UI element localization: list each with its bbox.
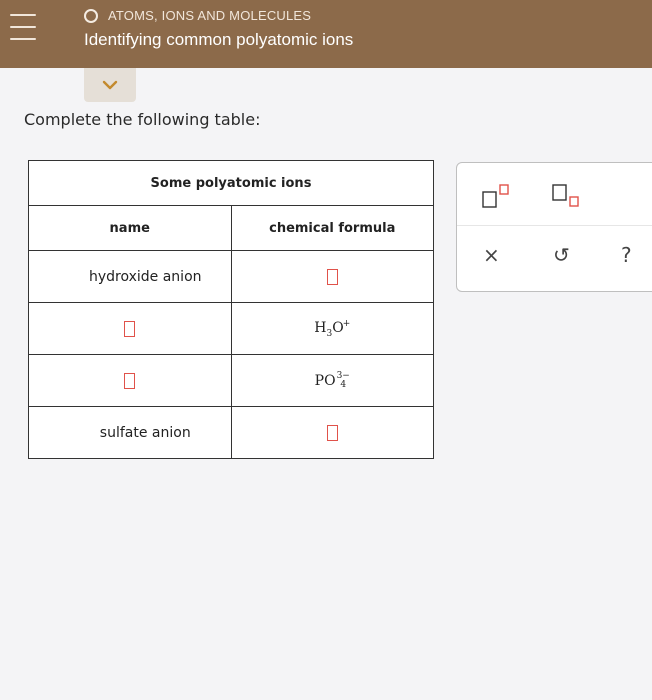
polyatomic-ions-table: Some polyatomic ions name chemical formu… xyxy=(28,160,434,459)
row-formula-cell: PO 3− 4 xyxy=(230,354,434,407)
topic-dot-icon xyxy=(84,8,98,23)
formula-answer-input[interactable] xyxy=(326,268,338,285)
row-formula-cell xyxy=(230,250,434,303)
row-name: hydroxide anion xyxy=(28,250,232,303)
name-answer-input[interactable] xyxy=(124,372,136,389)
table-row: PO 3− 4 xyxy=(28,354,434,407)
name-answer-input[interactable] xyxy=(124,320,136,337)
page-title: Identifying common polyatomic ions xyxy=(84,30,354,49)
row-name-cell xyxy=(28,302,232,355)
row-name-cell xyxy=(28,354,232,407)
subscript-tool-icon[interactable] xyxy=(551,183,581,209)
topic-label: ATOMS, IONS AND MOLECULES xyxy=(108,8,312,23)
undo-icon[interactable]: ↺ xyxy=(553,243,570,267)
hamburger-menu-icon[interactable] xyxy=(10,14,36,40)
formula-phosphate: PO 3− 4 xyxy=(314,370,350,390)
table-caption: Some polyatomic ions xyxy=(28,160,434,206)
collapse-toggle-button[interactable] xyxy=(84,68,136,102)
chevron-down-icon xyxy=(102,80,118,90)
row-formula-cell: H3O+ xyxy=(230,302,434,355)
table-row: H3O+ xyxy=(28,302,434,355)
panel-divider xyxy=(457,225,652,226)
header-bar: ATOMS, IONS AND MOLECULES Identifying co… xyxy=(0,0,652,68)
row-name: sulfate anion xyxy=(28,406,232,459)
superscript-tool-icon[interactable] xyxy=(481,183,511,209)
column-header-name: name xyxy=(28,205,232,251)
help-icon[interactable]: ? xyxy=(621,243,632,267)
clear-icon[interactable]: × xyxy=(483,243,500,267)
row-formula-cell xyxy=(230,406,434,459)
formula-tools-panel: × ↺ ? xyxy=(456,162,652,292)
table-row: hydroxide anion xyxy=(28,250,434,303)
table-row: sulfate anion xyxy=(28,406,434,459)
formula-hydronium: H3O+ xyxy=(314,318,351,339)
formula-answer-input[interactable] xyxy=(326,424,338,441)
topic-row: ATOMS, IONS AND MOLECULES xyxy=(84,8,311,23)
instructions-text: Complete the following table: xyxy=(24,110,261,129)
column-header-formula: chemical formula xyxy=(230,205,434,251)
